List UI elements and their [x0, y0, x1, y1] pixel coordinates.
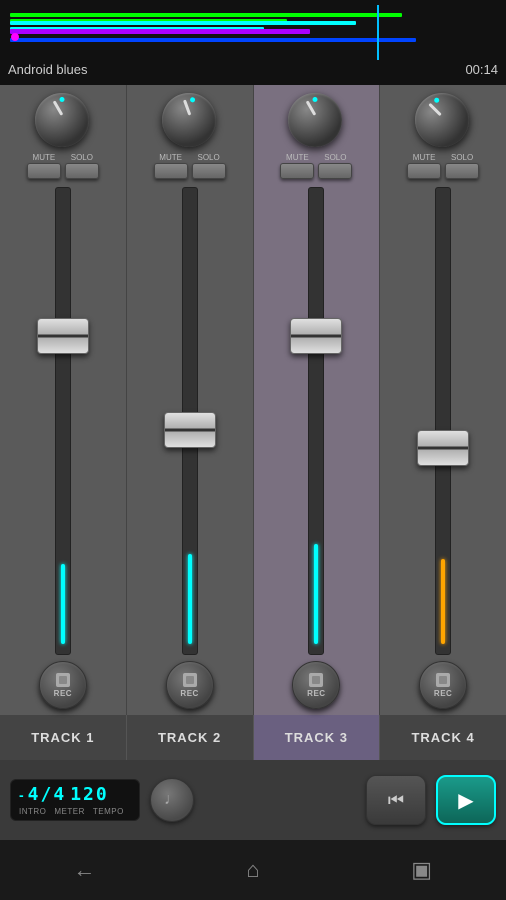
track-label-3[interactable]: TRACK 3	[254, 715, 381, 760]
back-button[interactable]: ←	[59, 850, 109, 890]
solo-btn-4[interactable]	[445, 163, 479, 179]
song-title: Android blues	[8, 62, 88, 77]
tempo-minus: -	[19, 787, 24, 803]
rec-text-1: REC	[54, 689, 72, 698]
metronome-button[interactable]: ♩	[150, 778, 194, 822]
fader-handle-3[interactable]	[290, 318, 342, 354]
fader-handle-2[interactable]	[164, 412, 216, 448]
rec-icon-4	[436, 673, 450, 687]
fader-slot-3	[266, 187, 368, 655]
rec-btn-1[interactable]: REC	[39, 661, 87, 709]
mute-btn-3[interactable]	[280, 163, 314, 179]
mixer-area: MUTE SOLO	[0, 85, 506, 715]
mute-label-2: MUTE	[159, 153, 182, 162]
tempo-value: 120	[70, 784, 109, 805]
solo-btn-2[interactable]	[192, 163, 226, 179]
track-label-4[interactable]: TRACK 4	[380, 715, 506, 760]
rewind-icon: ⏮	[388, 790, 404, 811]
controls-area: - 4/4 120 INTRO METER TEMPO ♩ ⏮ ▶	[0, 760, 506, 840]
home-icon: ⌂	[246, 857, 259, 883]
track-channel-3: MUTE SOLO REC	[254, 85, 381, 715]
rewind-button[interactable]: ⏮	[366, 775, 426, 825]
solo-btn-1[interactable]	[65, 163, 99, 179]
rec-btn-3[interactable]: REC	[292, 661, 340, 709]
solo-label-2: SOLO	[198, 153, 220, 162]
playhead-line	[377, 5, 379, 60]
volume-knob-1[interactable]	[35, 93, 91, 149]
track-channel-4: MUTE SOLO REC	[380, 85, 506, 715]
track-labels: TRACK 1 TRACK 2 TRACK 3 TRACK 4	[0, 715, 506, 760]
playback-time: 00:14	[465, 62, 498, 77]
meter-label: METER	[54, 807, 85, 816]
position-dot	[11, 33, 19, 41]
solo-label-4: SOLO	[451, 153, 473, 162]
vu-meter-3	[314, 544, 318, 644]
rec-text-3: REC	[307, 689, 325, 698]
rec-icon-2	[183, 673, 197, 687]
fader-slot-1	[12, 187, 114, 655]
waveform-area: Android blues 00:14	[0, 0, 506, 85]
intro-label: INTRO	[19, 807, 46, 816]
solo-label-1: SOLO	[71, 153, 93, 162]
solo-btn-3[interactable]	[318, 163, 352, 179]
rec-btn-2[interactable]: REC	[166, 661, 214, 709]
fader-slot-2	[139, 187, 241, 655]
rec-icon-3	[309, 673, 323, 687]
volume-knob-4[interactable]	[415, 93, 471, 149]
vu-meter-1	[61, 564, 65, 644]
vu-meter-2	[188, 554, 192, 644]
fader-slot-4	[392, 187, 494, 655]
fader-handle-4[interactable]	[417, 430, 469, 466]
track-label-2[interactable]: TRACK 2	[127, 715, 254, 760]
volume-knob-3[interactable]	[288, 93, 344, 149]
mute-btn-1[interactable]	[27, 163, 61, 179]
recents-button[interactable]: ▣	[397, 850, 447, 890]
vu-meter-4	[441, 559, 445, 644]
volume-knob-2[interactable]	[162, 93, 218, 149]
solo-label-3: SOLO	[324, 153, 346, 162]
track-label-1[interactable]: TRACK 1	[0, 715, 127, 760]
tempo-display: - 4/4 120 INTRO METER TEMPO	[10, 779, 140, 821]
play-icon: ▶	[458, 788, 473, 813]
track-channel-2: MUTE SOLO REC	[127, 85, 254, 715]
mute-btn-2[interactable]	[154, 163, 188, 179]
tempo-label: TEMPO	[93, 807, 124, 816]
recents-icon: ▣	[411, 857, 432, 883]
nav-bar: ← ⌂ ▣	[0, 840, 506, 900]
rec-text-2: REC	[180, 689, 198, 698]
rec-icon-1	[56, 673, 70, 687]
back-icon: ←	[73, 857, 95, 883]
home-button[interactable]: ⌂	[228, 850, 278, 890]
fader-handle-1[interactable]	[37, 318, 89, 354]
time-sig: 4/4	[28, 784, 67, 805]
rec-text-4: REC	[434, 689, 452, 698]
play-button[interactable]: ▶	[436, 775, 496, 825]
track-channel-1: MUTE SOLO	[0, 85, 127, 715]
mute-label-4: MUTE	[413, 153, 436, 162]
mute-btn-4[interactable]	[407, 163, 441, 179]
rec-btn-4[interactable]: REC	[419, 661, 467, 709]
mute-label-3: MUTE	[286, 153, 309, 162]
metronome-icon: ♩	[164, 791, 180, 809]
mute-label-1: MUTE	[33, 153, 56, 162]
